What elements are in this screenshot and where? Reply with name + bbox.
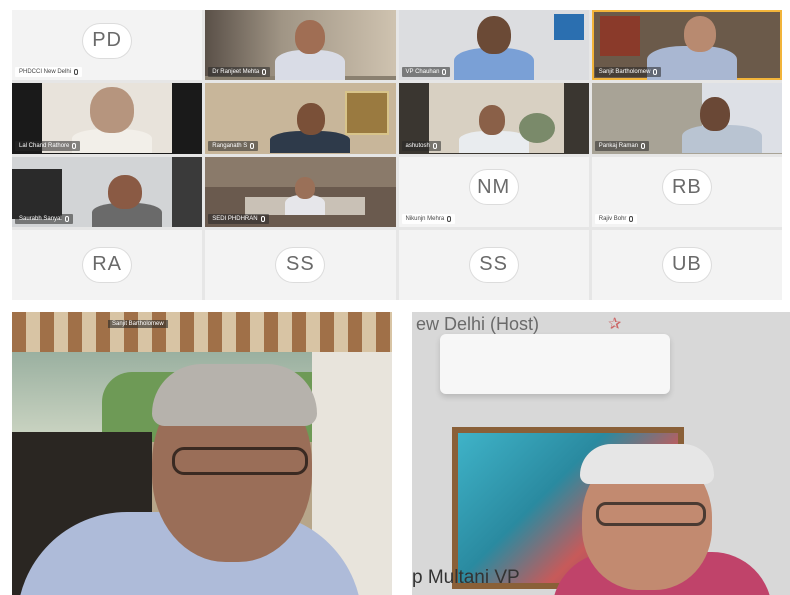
participant-name-tag: Pankaj Raman <box>594 140 650 151</box>
participant-initials: SS <box>276 247 325 282</box>
participant-name: Pankaj Raman <box>598 142 639 149</box>
participant-name-tag: PHDCCI New Delhi <box>15 67 83 78</box>
participant-tile[interactable]: PD PHDCCI New Delhi <box>12 10 203 81</box>
participant-name-tag: Dr Ranjeet Mehta <box>208 67 271 78</box>
participant-name-tag: Rajiv Bohr <box>594 213 638 224</box>
mic-icon <box>447 215 452 222</box>
participant-tile[interactable]: UB <box>591 229 782 300</box>
participant-grid: PD PHDCCI New Delhi Dr Ranjeet Mehta VP … <box>12 10 782 300</box>
participant-tile[interactable]: Saurabh Sanyal <box>12 156 203 227</box>
mic-icon <box>432 142 437 149</box>
participant-name-tag: Sanjit Bartholomew <box>594 67 662 78</box>
participant-name: Nikunjn Mehra <box>405 215 445 222</box>
participant-name: Sanjit Bartholomew <box>598 69 651 76</box>
participant-tile[interactable]: RB Rajiv Bohr <box>591 156 782 227</box>
participant-name: Ranganath S <box>212 142 248 149</box>
participant-name: SEDI PHDHRAN <box>212 215 258 222</box>
air-conditioner <box>440 334 670 394</box>
participant-name: Dr Ranjeet Mehta <box>212 69 260 76</box>
participant-tile[interactable]: RA <box>12 229 203 300</box>
host-hair <box>580 444 714 484</box>
participant-tile[interactable]: Ranganath S <box>205 83 396 154</box>
participant-name: ashutosh <box>405 142 430 149</box>
mic-icon <box>653 69 658 76</box>
participant-name-tag: Lal Chand Rathore <box>15 140 81 151</box>
mic-icon <box>64 215 69 222</box>
participant-name-tag: Ranganath S <box>208 140 259 151</box>
mic-icon <box>260 215 265 222</box>
participant-name: PHDCCI New Delhi <box>19 69 72 76</box>
participant-name-tag: Saurabh Sanyal <box>15 213 73 224</box>
glasses-icon <box>172 447 308 475</box>
participant-tile[interactable]: ashutosh <box>398 83 589 154</box>
speaker-name-label: p Multani VP <box>412 567 520 588</box>
pin-icon[interactable]: ✰ <box>608 314 621 334</box>
host-label: ew Delhi (Host) <box>416 314 540 334</box>
participant-tile[interactable]: VP Chauhan <box>398 10 589 81</box>
participant-initials: RB <box>662 170 711 205</box>
participant-tile[interactable]: SEDI PHDHRAN <box>205 156 396 227</box>
participant-initials: UB <box>662 247 711 282</box>
speaker-video-left[interactable]: Sanjit Bartholomew <box>12 312 392 595</box>
mic-icon <box>262 69 267 76</box>
speaker-name-tag: Sanjit Bartholomew <box>108 320 168 328</box>
participant-tile[interactable]: Dr Ranjeet Mehta <box>205 10 396 81</box>
speaker-video-right[interactable]: ew Delhi (Host) ✰ p Multani VP <box>412 312 790 595</box>
awning-stripes <box>12 312 392 352</box>
speaker-hair <box>152 364 317 426</box>
participant-initials: PD <box>83 23 132 58</box>
participant-name-tag: Nikunjn Mehra <box>401 213 456 224</box>
participant-name: Saurabh Sanyal <box>19 215 62 222</box>
participant-initials: SS <box>469 247 518 282</box>
participant-initials: NM <box>469 170 518 205</box>
participant-name: VP Chauhan <box>405 69 440 76</box>
participant-tile[interactable]: NM Nikunjn Mehra <box>398 156 589 227</box>
participant-name-tag: SEDI PHDHRAN <box>208 213 269 224</box>
participant-tile[interactable]: SS <box>205 229 396 300</box>
participant-tile[interactable]: SS <box>398 229 589 300</box>
participant-tile[interactable]: Pankaj Raman <box>591 83 782 154</box>
mic-icon <box>442 69 447 76</box>
participant-tile[interactable]: Lal Chand Rathore <box>12 83 203 154</box>
mic-icon <box>74 69 79 76</box>
glasses-icon <box>596 502 706 526</box>
participant-initials: RA <box>83 247 132 282</box>
mic-icon <box>72 142 77 149</box>
participant-tile[interactable]: Sanjit Bartholomew <box>591 10 782 81</box>
participant-name: Lal Chand Rathore <box>19 142 70 149</box>
participant-name-tag: ashutosh <box>401 140 441 151</box>
mic-icon <box>641 142 646 149</box>
mic-icon <box>250 142 255 149</box>
participant-name-tag: VP Chauhan <box>401 67 451 78</box>
participant-name: Rajiv Bohr <box>598 215 627 222</box>
mic-icon <box>629 215 634 222</box>
